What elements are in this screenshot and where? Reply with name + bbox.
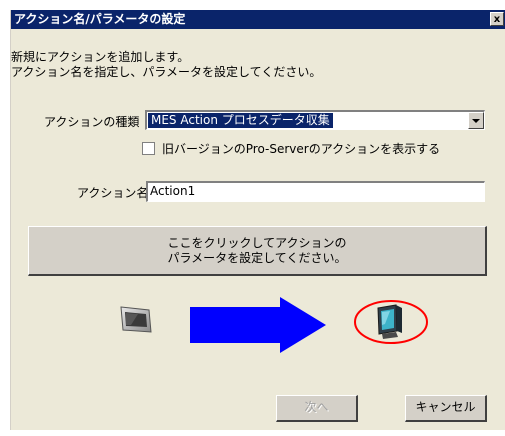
description-line-2: アクション名を指定し、パラメータを設定してください。: [11, 65, 322, 79]
chevron-down-icon[interactable]: [468, 112, 484, 129]
action-name-input[interactable]: Action1: [146, 181, 485, 202]
legacy-actions-checkbox[interactable]: [142, 142, 155, 155]
right-arrow-icon: [190, 297, 326, 353]
set-parameters-line-2: パラメータを設定してください。: [167, 251, 347, 265]
dialog-title: アクション名/パラメータの設定: [14, 12, 186, 26]
legacy-actions-checkbox-label: 旧バージョンのPro-Serverのアクションを表示する: [162, 142, 441, 156]
description: 新規にアクションを追加します。 アクション名を指定し、パラメータを設定してくださ…: [11, 50, 321, 80]
description-line-1: 新規にアクションを追加します。: [11, 50, 190, 64]
action-type-dropdown[interactable]: MES Action プロセスデータ収集: [145, 110, 485, 130]
title-bar: アクション名/パラメータの設定 x: [11, 10, 505, 29]
set-parameters-line-1: ここをクリックしてアクションの: [167, 236, 347, 250]
action-type-label: アクションの種類: [44, 115, 140, 129]
close-button[interactable]: x: [490, 12, 504, 26]
pc-monitor-icon: [354, 300, 428, 344]
action-type-selected-value: MES Action プロセスデータ収集: [148, 113, 333, 128]
action-name-label: アクション名: [77, 186, 149, 200]
set-parameters-button[interactable]: ここをクリックしてアクションの パラメータを設定してください。: [28, 226, 487, 276]
cancel-button[interactable]: キャンセル: [405, 395, 487, 422]
next-button[interactable]: 次へ: [276, 395, 358, 422]
display-device-icon: [120, 306, 152, 333]
